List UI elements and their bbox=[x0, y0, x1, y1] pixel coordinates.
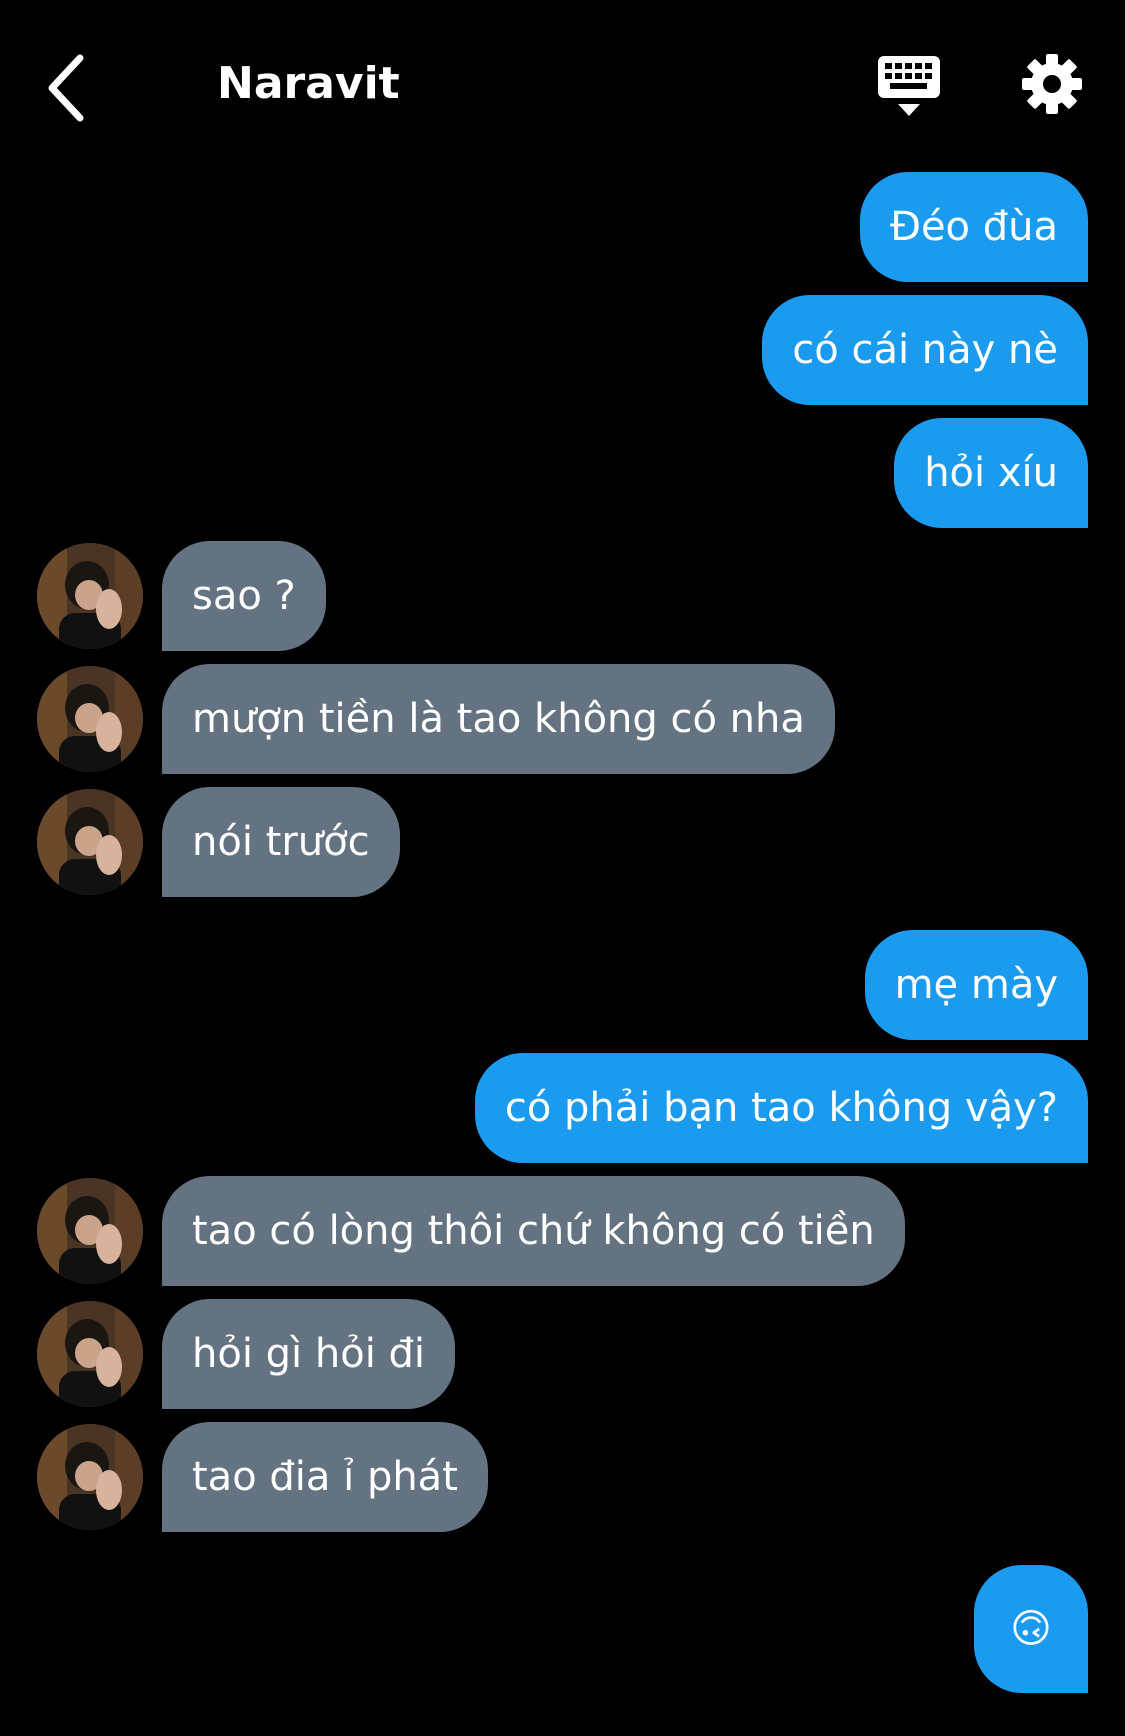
incoming-message-bubble[interactable]: tao đia ỉ phát bbox=[162, 1422, 488, 1532]
incoming-message-bubble[interactable]: tao có lòng thôi chứ không có tiền bbox=[162, 1176, 905, 1286]
chat-title[interactable]: Naravit bbox=[217, 54, 400, 114]
avatar[interactable] bbox=[37, 543, 143, 649]
incoming-message-bubble[interactable]: sao ? bbox=[162, 541, 326, 651]
message-row: nói trước bbox=[0, 787, 1125, 897]
message-row: Đéo đùa bbox=[0, 172, 1125, 282]
avatar-photo bbox=[37, 1424, 143, 1530]
gear-icon bbox=[1022, 54, 1082, 114]
outgoing-message-bubble[interactable]: hỏi xíu bbox=[894, 418, 1088, 528]
outgoing-message-bubble[interactable]: mẹ mày bbox=[864, 930, 1088, 1040]
message-row: 🙃 bbox=[0, 1565, 1125, 1693]
avatar[interactable] bbox=[37, 789, 143, 895]
message-row: mẹ mày bbox=[0, 930, 1125, 1040]
settings-button[interactable] bbox=[1020, 52, 1084, 116]
back-button[interactable] bbox=[38, 48, 108, 128]
avatar-photo bbox=[37, 789, 143, 895]
message-list[interactable]: Đéo đùa có cái này nè hỏi xíu sao ? mượn… bbox=[0, 172, 1125, 1706]
avatar[interactable] bbox=[37, 666, 143, 772]
message-row: mượn tiền là tao không có nha bbox=[0, 664, 1125, 774]
message-row: tao đia ỉ phát bbox=[0, 1422, 1125, 1532]
keyboard-icon bbox=[878, 56, 940, 116]
avatar-photo bbox=[37, 1301, 143, 1407]
message-row: tao có lòng thôi chứ không có tiền bbox=[0, 1176, 1125, 1286]
keyboard-button[interactable] bbox=[876, 54, 942, 120]
message-row: có phải bạn tao không vậy? bbox=[0, 1053, 1125, 1163]
message-row: sao ? bbox=[0, 541, 1125, 651]
chat-header: Naravit bbox=[0, 0, 1125, 160]
outgoing-message-bubble[interactable]: có phải bạn tao không vậy? bbox=[474, 1053, 1088, 1163]
message-row: có cái này nè bbox=[0, 295, 1125, 405]
avatar-photo bbox=[37, 1178, 143, 1284]
incoming-message-bubble[interactable]: mượn tiền là tao không có nha bbox=[162, 664, 835, 774]
avatar[interactable] bbox=[37, 1424, 143, 1530]
message-row: hỏi gì hỏi đi bbox=[0, 1299, 1125, 1409]
avatar-photo bbox=[37, 666, 143, 772]
avatar[interactable] bbox=[37, 1178, 143, 1284]
avatar[interactable] bbox=[37, 1301, 143, 1407]
outgoing-message-bubble[interactable]: Đéo đùa bbox=[859, 172, 1088, 282]
incoming-message-bubble[interactable]: nói trước bbox=[162, 787, 400, 897]
outgoing-message-bubble[interactable]: có cái này nè bbox=[762, 295, 1088, 405]
outgoing-emoji-bubble[interactable]: 🙃 bbox=[974, 1565, 1088, 1693]
incoming-message-bubble[interactable]: hỏi gì hỏi đi bbox=[162, 1299, 456, 1409]
message-row: hỏi xíu bbox=[0, 418, 1125, 528]
chevron-left-icon bbox=[48, 54, 84, 122]
avatar-photo bbox=[37, 543, 143, 649]
